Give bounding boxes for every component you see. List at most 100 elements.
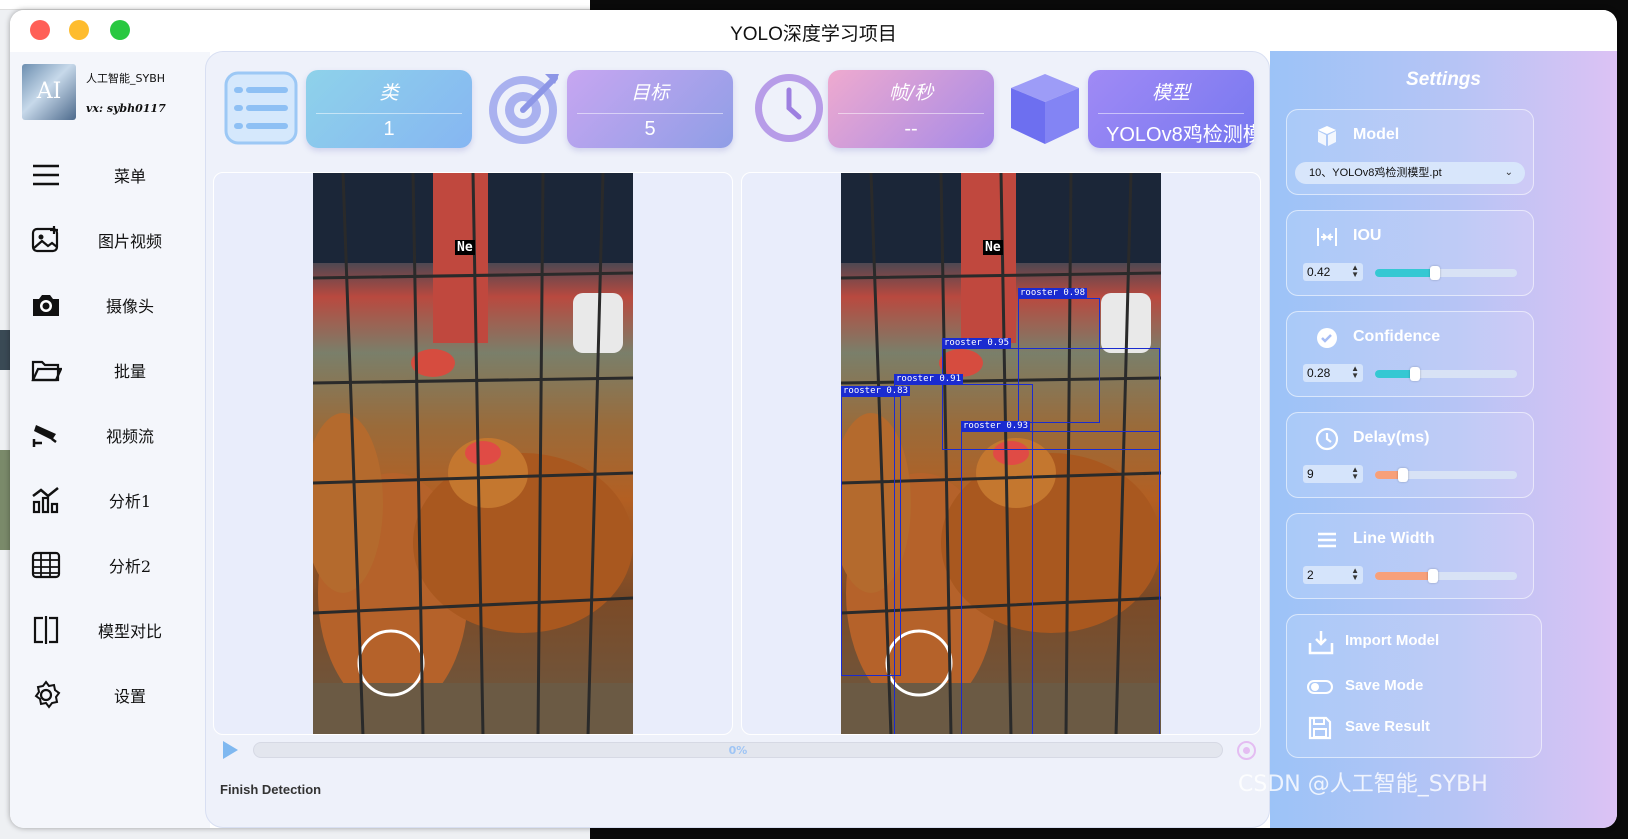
settings-panel: Settings Model 10、YOLOv8鸡检测模型.pt ⌄ IOU 0.… (1270, 51, 1617, 828)
stat-label: 帧/秒 (888, 82, 934, 104)
watermark: CSDN @人工智能_SYBH (1238, 772, 1488, 797)
window-title: YOLO深度学习项目 (730, 24, 897, 45)
bounding-box: rooster 0.93 (961, 421, 1160, 734)
sidebar-item-menu[interactable]: 菜单 (10, 145, 210, 205)
cube-icon (1011, 74, 1079, 144)
folder-icon (31, 360, 62, 382)
sidebar-item-camera[interactable]: 摄像头 (10, 275, 210, 335)
sidebar-item-video-stream[interactable]: 视频流 (10, 405, 210, 465)
import-icon (1308, 631, 1334, 655)
target-icon (489, 74, 559, 144)
save-result-label: Save Result (1345, 718, 1431, 735)
iou-icon (1317, 228, 1337, 246)
sidebar: AI 人工智能_SYBH vx: sybh0117 菜单 图片视频 摄像头 批量… (10, 52, 210, 828)
confidence-section: Confidence 0.28 ▲ ▼ (1286, 311, 1534, 397)
sidebar-item-label: 摄像头 (105, 297, 154, 316)
sidebar-item-analysis-2[interactable]: 分析2 (10, 535, 210, 595)
iou-label: IOU (1353, 227, 1382, 244)
confidence-spinbox[interactable]: 0.28 ▲ ▼ (1303, 364, 1363, 382)
menu-icon (33, 164, 59, 186)
model-section: Model 10、YOLOv8鸡检测模型.pt ⌄ (1286, 109, 1534, 195)
chicken-scene-original (313, 173, 633, 734)
model-select[interactable]: 10、YOLOv8鸡检测模型.pt ⌄ (1295, 162, 1525, 184)
title-bar: YOLO深度学习项目 (10, 10, 1617, 52)
user-name: 人工智能_SYBH (86, 72, 166, 85)
iou-slider[interactable] (1375, 266, 1517, 280)
bounding-box-label: rooster 0.95 (942, 338, 1012, 348)
stat-card-fps: 帧/秒 -- (828, 70, 994, 148)
clock-icon (755, 74, 823, 142)
actions-section: Import Model Save Mode Save Result (1286, 614, 1542, 758)
stop-button[interactable] (1237, 741, 1256, 760)
bounding-box-label: rooster 0.91 (894, 374, 964, 384)
check-circle-icon (1317, 328, 1337, 348)
sidebar-item-settings[interactable]: 设置 (10, 665, 210, 725)
model-select-value: 10、YOLOv8鸡检测模型.pt (1309, 167, 1442, 179)
sidebar-item-image-video[interactable]: 图片视频 (10, 210, 210, 270)
stat-value: -- (904, 118, 918, 140)
save-mode-toggle[interactable]: Save Mode (1307, 672, 1517, 702)
iou-spinbox[interactable]: 0.42 ▲ ▼ (1303, 263, 1363, 281)
line-width-slider[interactable] (1375, 569, 1517, 583)
cube-icon (1318, 126, 1336, 146)
import-model-button[interactable]: Import Model (1307, 627, 1517, 657)
image-icon (31, 226, 59, 253)
toggle-switch[interactable] (1307, 680, 1333, 694)
delay-section: Delay(ms) 9 ▲ ▼ (1286, 412, 1534, 498)
sidebar-item-batch[interactable]: 批量 (10, 340, 210, 400)
sidebar-item-label: 分析1 (108, 492, 152, 511)
line-width-spinbox[interactable]: 2 ▲ ▼ (1303, 566, 1363, 584)
sidebar-item-model-compare[interactable]: 模型对比 (10, 600, 210, 660)
detection-result-pane: Ne rooster 0.98 rooster 0.95 rooster 0.9… (741, 172, 1261, 735)
play-button[interactable] (223, 741, 238, 759)
bounding-box: rooster 0.83 (841, 386, 911, 676)
original-image: Ne (313, 173, 633, 734)
stat-label: 模型 (1151, 82, 1190, 104)
bounding-box-label: rooster 0.93 (961, 421, 1031, 431)
save-icon (1308, 716, 1332, 740)
settings-title: Settings (1406, 69, 1481, 90)
camera-icon (33, 295, 59, 316)
main-panel: 类 1 目标 5 帧/秒 -- 模型 YOLOv8鸡检测模型 (205, 51, 1270, 828)
delay-slider[interactable] (1375, 468, 1517, 482)
avatar: AI (22, 64, 76, 120)
stat-value: 5 (644, 118, 656, 140)
model-label: Model (1353, 126, 1400, 143)
progress-bar: 0% (253, 742, 1223, 758)
list-icon (224, 71, 298, 145)
stat-card-targets: 目标 5 (567, 70, 733, 148)
iou-section: IOU 0.42 ▲ ▼ (1286, 210, 1534, 296)
confidence-label: Confidence (1353, 328, 1441, 345)
confidence-slider[interactable] (1375, 367, 1517, 381)
background-window-edge (0, 0, 590, 10)
chevron-down-icon: ⌄ (1504, 167, 1513, 178)
sidebar-item-analysis-1[interactable]: 分析1 (10, 470, 210, 530)
save-result-button[interactable]: Save Result (1307, 713, 1517, 743)
sidebar-item-label: 视频流 (105, 427, 154, 446)
stat-value: 1 (383, 118, 395, 140)
chart-icon (32, 487, 59, 514)
line-width-section: Line Width 2 ▲ ▼ (1286, 513, 1534, 599)
stat-card-model: 模型 YOLOv8鸡检测模型 (1088, 70, 1254, 148)
detection-image: Ne rooster 0.98 rooster 0.95 rooster 0.9… (841, 173, 1161, 734)
sidebar-item-label: 图片视频 (97, 232, 162, 251)
line-width-label: Line Width (1353, 530, 1435, 547)
user-contact: vx: sybh0117 (86, 102, 166, 115)
cctv-icon (32, 425, 57, 447)
sidebar-item-label: 批量 (113, 362, 146, 381)
app-window: YOLO深度学习项目 AI 人工智能_SYBH vx: sybh0117 菜单 … (10, 10, 1617, 828)
save-mode-label: Save Mode (1345, 677, 1424, 694)
delay-label: Delay(ms) (1353, 429, 1430, 446)
bounding-box-label: rooster 0.83 (841, 386, 911, 396)
stat-label: 目标 (630, 82, 669, 104)
sidebar-item-label: 分析2 (108, 557, 152, 576)
image-overlay-text: Ne (455, 240, 475, 255)
stat-card-classes: 类 1 (306, 70, 472, 148)
progress-label: 0% (728, 744, 748, 757)
bounding-box-label: rooster 0.98 (1018, 288, 1088, 298)
clock-icon (1315, 427, 1339, 451)
delay-spinbox[interactable]: 9 ▲ ▼ (1303, 465, 1363, 483)
sidebar-item-label: 设置 (113, 687, 146, 706)
stat-value: YOLOv8鸡检测模型 (1106, 124, 1254, 146)
table-icon (31, 551, 61, 579)
